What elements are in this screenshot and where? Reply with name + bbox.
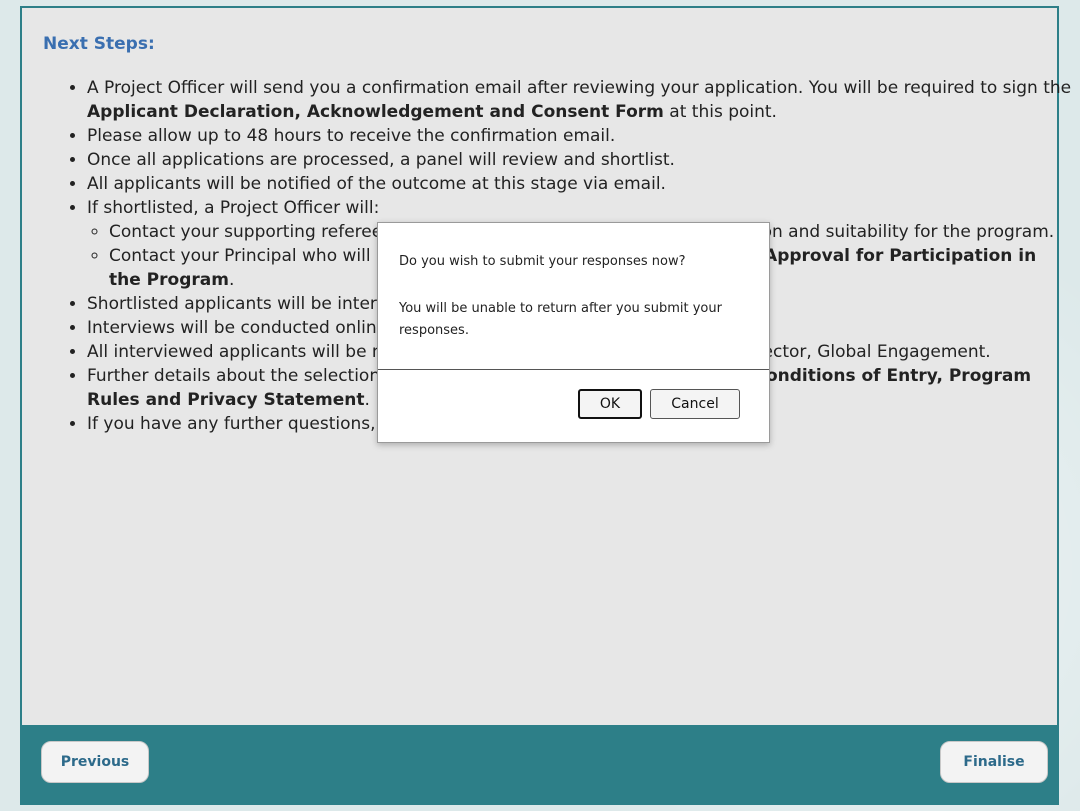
dialog-message: You will be unable to return after you s… xyxy=(399,301,722,338)
list-item: A Project Officer will send you a confir… xyxy=(87,76,1072,124)
confirm-dialog: Do you wish to submit your responses now… xyxy=(377,222,770,443)
list-item: Once all applications are processed, a p… xyxy=(87,148,1072,172)
ok-button[interactable]: OK xyxy=(578,389,642,419)
list-item: All applicants will be notified of the o… xyxy=(87,172,1072,196)
footer-bar: Previous Finalise xyxy=(22,725,1057,803)
page-heading: Next Steps: xyxy=(43,34,155,54)
finalise-button[interactable]: Finalise xyxy=(940,741,1048,783)
previous-button[interactable]: Previous xyxy=(41,741,149,783)
list-item: Please allow up to 48 hours to receive t… xyxy=(87,124,1072,148)
cancel-button[interactable]: Cancel xyxy=(650,389,740,419)
dialog-divider xyxy=(378,369,769,370)
dialog-question: Do you wish to submit your responses now… xyxy=(399,254,686,269)
